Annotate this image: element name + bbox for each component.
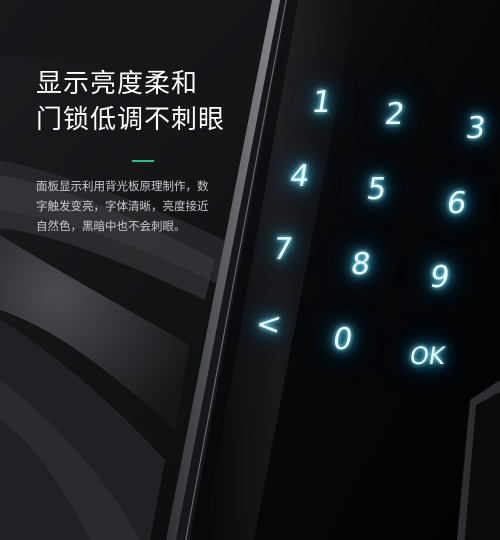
headline-line-1: 显示亮度柔和: [36, 69, 199, 99]
headline: 显示亮度柔和 门锁低调不刺眼: [36, 66, 236, 138]
key-back: <: [253, 307, 284, 342]
key-ok: OK: [407, 342, 447, 370]
accent-divider: [132, 160, 154, 162]
text-block: 显示亮度柔和 门锁低调不刺眼 面板显示利用背光板原理制作，数字触发变亮，字体清晰…: [36, 66, 236, 236]
headline-line-2: 门锁低调不刺眼: [36, 105, 226, 135]
body-text: 面板显示利用背光板原理制作，数字触发变亮，字体清晰，亮度接近自然色，黑暗中也不会…: [36, 179, 209, 233]
